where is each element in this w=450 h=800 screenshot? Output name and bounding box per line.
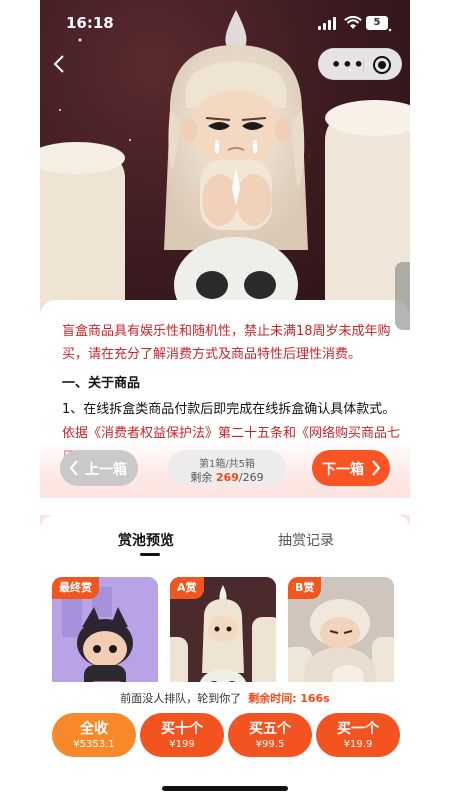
queue-status: 前面没人排队，轮到你了 剩余时间: 166s	[40, 690, 410, 706]
chevron-left-icon	[53, 55, 64, 73]
buy-one-button[interactable]: 买一个 ¥19.9	[316, 713, 400, 757]
box-index: 第1箱/共5箱	[198, 459, 256, 470]
purchase-bar: 前面没人排队，轮到你了 剩余时间: 166s 全收 ¥5353.1 买十个 ¥1…	[40, 682, 410, 800]
battery-icon: 5	[366, 16, 388, 30]
notice-section-title: 一、关于商品	[62, 376, 141, 391]
prize-tag-a: A赏	[170, 577, 204, 599]
status-time: 16:18	[66, 14, 114, 32]
screen-border-left	[0, 0, 40, 800]
box-counter: 第1箱/共5箱 剩余 269/269	[168, 450, 286, 486]
notice-item-1-text: 1、在线拆盒类商品付款后即完成在线拆盒确认具体款式。	[62, 402, 396, 417]
prize-tag-b: B赏	[288, 577, 322, 599]
timer-label: 剩余时间:	[248, 692, 297, 705]
minor-warning-text: 盲盒商品具有娱乐性和随机性，禁止未满18周岁未成年购买，请在充分了解消费方式及商…	[62, 324, 391, 362]
buy-one-label: 买一个	[337, 721, 379, 737]
timer-value: 166s	[300, 692, 330, 705]
back-button[interactable]	[48, 52, 72, 76]
side-drawer-handle[interactable]	[395, 262, 411, 330]
chevron-right-icon	[372, 460, 381, 476]
prev-box-button[interactable]: 上一箱	[60, 450, 138, 486]
prize-card-b[interactable]: B赏	[288, 577, 394, 690]
buy-all-button[interactable]: 全收 ¥5353.1	[52, 713, 136, 757]
cellular-signal-icon	[318, 17, 338, 30]
remaining-count: 269	[215, 471, 239, 484]
next-box-label: 下一箱	[322, 462, 364, 478]
chevron-left-icon	[69, 460, 78, 476]
buy-ten-price: ¥199	[169, 739, 195, 750]
queue-message: 前面没人排队，轮到你了	[120, 692, 242, 705]
pool-tabs: 赏池预览 抽赏记录	[40, 515, 410, 565]
buy-five-price: ¥99.5	[255, 739, 285, 750]
next-box-button[interactable]: 下一箱	[312, 450, 390, 486]
buy-ten-button[interactable]: 买十个 ¥199	[140, 713, 224, 757]
remaining-total: /269	[238, 471, 264, 484]
box-navigation: 上一箱 第1箱/共5箱 剩余 269/269 下一箱	[40, 440, 410, 498]
capsule-divider	[363, 58, 364, 72]
prize-card-final[interactable]: 最终赏	[52, 577, 158, 690]
prize-tag-final: 最终赏	[52, 577, 99, 599]
home-indicator[interactable]	[162, 786, 288, 791]
buy-one-price: ¥19.9	[343, 739, 373, 750]
buy-five-button[interactable]: 买五个 ¥99.5	[228, 713, 312, 757]
tab-draw-records[interactable]: 抽赏记录	[278, 530, 334, 550]
buy-all-label: 全收	[80, 721, 108, 737]
app-screen: 16:18 5 ••• 盲盒商品具有娱乐性和随机性，禁止未满18周岁未成年购买，…	[0, 0, 450, 800]
target-icon[interactable]	[373, 56, 391, 74]
box-remaining: 剩余 269/269	[168, 469, 286, 485]
buy-ten-label: 买十个	[161, 721, 203, 737]
prize-card-row: 最终赏 A赏 B赏	[40, 565, 410, 690]
remaining-label: 剩余	[190, 471, 213, 484]
prev-box-label: 上一箱	[85, 462, 127, 478]
tab-pool-preview[interactable]: 赏池预览	[118, 530, 174, 550]
wifi-icon	[344, 16, 362, 29]
screen-border-right	[410, 0, 450, 800]
buy-five-label: 买五个	[249, 721, 291, 737]
status-bar: 16:18 5	[40, 8, 410, 36]
more-dots-icon[interactable]: •••	[331, 57, 365, 73]
active-tab-indicator	[140, 553, 160, 556]
buy-all-price: ¥5353.1	[73, 739, 115, 750]
prize-card-a[interactable]: A赏	[170, 577, 276, 690]
miniprogram-capsule: •••	[318, 48, 402, 80]
